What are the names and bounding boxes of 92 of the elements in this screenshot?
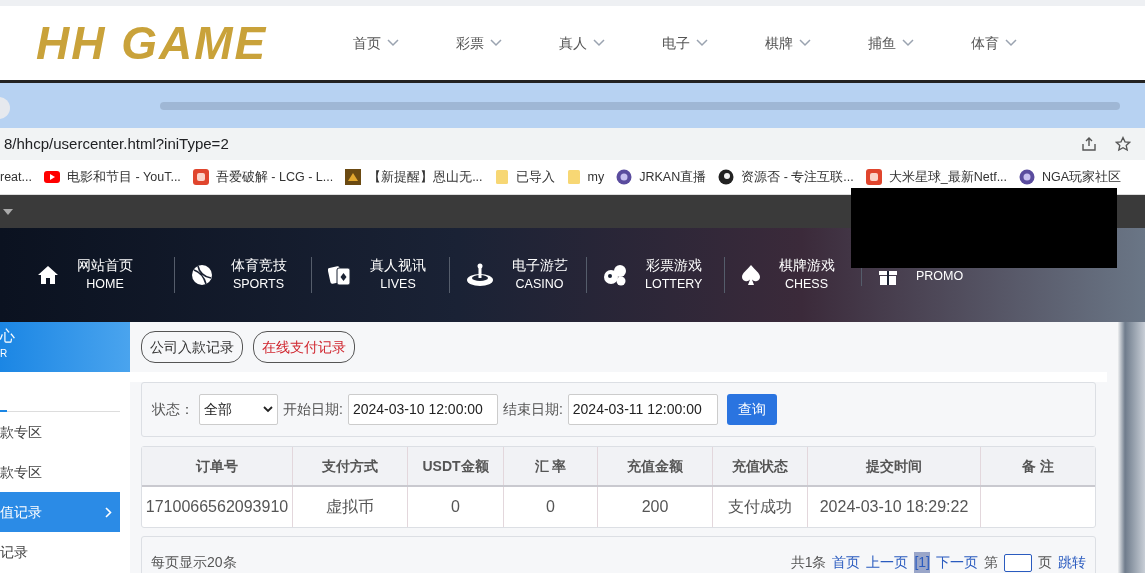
nav-item[interactable]: 真人视讯 LIVES	[370, 256, 426, 294]
column-header: 汇 率	[504, 447, 598, 485]
bookmark-item[interactable]: NGA玩家社区	[1019, 167, 1122, 187]
nav-link[interactable]: 棋牌	[765, 32, 868, 54]
column-header: USDT金额	[408, 447, 504, 485]
cards-icon	[328, 264, 352, 286]
caret-icon[interactable]	[3, 208, 13, 215]
start-date-label: 开始日期:	[283, 400, 343, 419]
nav-link[interactable]: 电子	[662, 32, 765, 54]
nav-item[interactable]: 网站首页 HOME	[77, 256, 133, 294]
nav-item[interactable]: 彩票游戏 LOTTERY	[645, 256, 703, 294]
total-count: 共1条	[790, 553, 827, 572]
orb-icon	[616, 169, 633, 185]
bookmark-item[interactable]: 资源否 - 专注互联...	[718, 167, 854, 187]
bookmark-item[interactable]: JRKAN直播	[616, 167, 707, 187]
balls-icon	[603, 264, 627, 286]
nav-item[interactable]: 棋牌游戏 CHESS	[778, 256, 835, 294]
chevron-down-icon	[593, 39, 605, 47]
bookmark-item[interactable]: 吾爱破解 - LCG - L...	[192, 167, 334, 187]
current-page: [1]	[914, 552, 930, 573]
url-text[interactable]: 8/hhcp/usercenter.html?iniType=2	[4, 132, 229, 156]
sidebar-item[interactable]: 款专区	[0, 412, 120, 452]
chevron-down-icon	[387, 39, 399, 47]
status-label: 状态：	[152, 400, 194, 419]
chevron-down-icon	[490, 39, 502, 47]
column-header: 充值金额	[598, 447, 713, 485]
bookmark-item[interactable]: 大米星球_最新Netf...	[865, 167, 1008, 187]
column-header: 订单号	[142, 447, 293, 485]
column-header: 充值状态	[713, 447, 808, 485]
folder-icon	[494, 169, 509, 185]
table-cell: 0	[504, 487, 598, 527]
table-cell: 支付成功	[713, 487, 808, 527]
column-header: 提交时间	[808, 447, 981, 485]
start-date-field[interactable]: 2024-03-10 12:00:00	[347, 394, 498, 425]
table-cell: 1710066562093910	[142, 487, 293, 527]
status-select[interactable]: 全部	[199, 394, 278, 425]
logo: HH GAME	[36, 20, 269, 66]
play-icon	[43, 171, 60, 183]
bookmark-item[interactable]: 【新提醒】恩山无...	[345, 167, 483, 187]
column-header: 支付方式	[293, 447, 408, 485]
nav-item[interactable]: PROMO	[916, 265, 964, 285]
star-icon[interactable]	[1115, 136, 1131, 152]
chevron-down-icon	[263, 406, 273, 413]
sidebar-header: 心 R	[0, 322, 130, 372]
home-icon	[37, 265, 59, 285]
nav-item[interactable]: 电子游艺 CASINO	[511, 256, 568, 294]
end-date-field[interactable]: 2024-03-11 12:00:00	[567, 394, 718, 425]
ball-icon	[190, 264, 213, 286]
nav-item[interactable]: 体育竞技 SPORTS	[230, 256, 287, 294]
sidebar-item[interactable]: 款专区	[0, 452, 120, 492]
bookmark-item[interactable]: 电影和节目 - YouT...	[43, 167, 181, 187]
table-cell: 2024-03-10 18:29:22	[808, 487, 981, 527]
prev-page-link[interactable]: 上一页	[866, 552, 909, 573]
bookmark-item[interactable]: 已导入	[494, 167, 555, 187]
spade-icon	[740, 264, 761, 286]
sidebar-item[interactable]: 值记录	[0, 492, 120, 532]
page-prefix: 第	[984, 553, 998, 572]
chevron-down-icon	[799, 39, 811, 47]
orb-icon	[1019, 169, 1036, 185]
table-cell: 200	[598, 487, 713, 527]
bookmark-item[interactable]: reat...	[0, 167, 32, 187]
nav-link[interactable]: 体育	[971, 32, 1074, 54]
share-icon[interactable]	[1081, 136, 1097, 152]
chevron-down-icon	[902, 39, 914, 47]
chevron-right-icon	[105, 506, 112, 518]
nav-link[interactable]: 彩票	[456, 32, 559, 54]
badge-icon	[865, 169, 882, 185]
nav-link[interactable]: 首页	[353, 32, 456, 54]
circle-icon	[718, 169, 735, 185]
bookmark-item[interactable]: my	[566, 167, 605, 187]
sidebar-item[interactable]: 记录	[0, 532, 120, 572]
query-button[interactable]: 查询	[726, 394, 777, 425]
nav-link[interactable]: 捕鱼	[868, 32, 971, 54]
record-tab[interactable]: 公司入款记录	[141, 331, 243, 363]
badge-icon	[192, 169, 209, 185]
roulette-icon	[465, 263, 494, 287]
table-cell: 0	[408, 487, 504, 527]
nav-link[interactable]: 真人	[559, 32, 662, 54]
first-page-link[interactable]: 首页	[832, 552, 861, 573]
per-page-text: 每页显示20条	[151, 553, 237, 572]
go-link[interactable]: 跳转	[1058, 552, 1086, 573]
page-suffix: 页	[1038, 553, 1052, 572]
folder-icon	[566, 169, 581, 185]
record-tab[interactable]: 在线支付记录	[253, 331, 355, 363]
end-date-label: 结束日期:	[502, 400, 563, 419]
page-input[interactable]	[1004, 553, 1032, 572]
next-page-link[interactable]: 下一页	[936, 552, 978, 573]
column-header: 备 注	[1021, 456, 1055, 476]
square-icon	[345, 169, 362, 185]
chevron-down-icon	[1005, 39, 1017, 47]
chevron-down-icon	[696, 39, 708, 47]
table-cell: 虚拟币	[293, 487, 408, 527]
